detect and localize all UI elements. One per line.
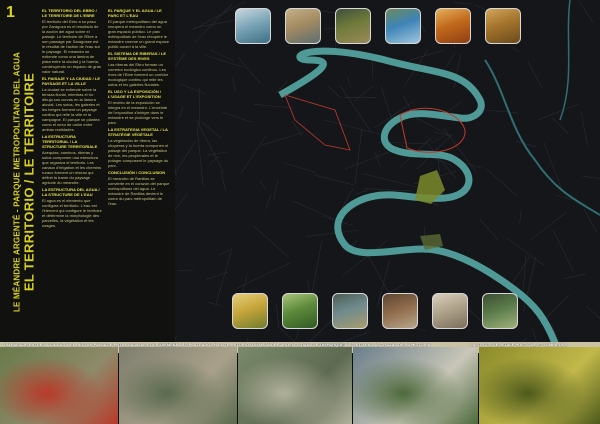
section-heading: LA ESTRUCTURA DEL AGUA / LA STRUCTURE DE… [42, 187, 100, 197]
section-heading: EL PARQUE Y EL AGUA / LE PARC ET L'EAU [108, 8, 162, 18]
rocky-river-photo [432, 293, 468, 329]
poplar-grove-photo [232, 293, 268, 329]
section-body: El meandro de Ranillas se convierte en e… [108, 176, 170, 206]
riverbank-grass-photo [332, 293, 368, 329]
field-rows-photo [482, 293, 518, 329]
section-body: El recinto de la exposición se integra e… [108, 100, 168, 125]
water-plants-photo [385, 8, 421, 44]
vertical-title: LE MÉANDRE ARGENTÉ - PARQUE METROPOLITAN… [13, 40, 37, 325]
meadow-river-photo [335, 8, 371, 44]
section-heading: EL USO Y LA EXPOSICIÓN / L'USAGE ET L'EX… [108, 89, 161, 99]
satellite-red-photo [0, 347, 118, 424]
green-thicket-photo [282, 293, 318, 329]
woodland-photo [485, 8, 521, 44]
section-heading: CONCLUSIÓN / CONCLUSION [108, 170, 166, 175]
aerial-meander-photo [238, 347, 352, 424]
panorama-river-photo [353, 347, 478, 424]
title-line-2: EL TERRITORIO / LE TERRITOIRE [21, 72, 37, 292]
section-heading: EL SISTEMA DE RIBERAS / LE SYSTÈME DES R… [108, 51, 167, 61]
territory-map [175, 0, 600, 343]
section-body: La ciudad se extiende sobre la terraza f… [42, 87, 100, 132]
section-body: Acequias, caminos, riberas y sotos compo… [42, 150, 102, 185]
board-number: 1 [6, 4, 15, 21]
text-column-1: EL TERRITORIO DEL EBRO / LE TERRITOIRE D… [42, 6, 102, 332]
section-body: El agua es el elemento que configura el … [42, 198, 102, 228]
section-body: El territorio del Ebro a su paso por Zar… [42, 19, 102, 74]
bare-trees-photo [382, 293, 418, 329]
section-body: La vegetación de ribera, las choperas y … [108, 138, 169, 168]
river-aerial-photo [235, 8, 271, 44]
section-heading: LA ESTRATEGIA VEGETAL / LA STRATÉGIE VÉG… [108, 127, 168, 137]
section-heading: EL PAISAJE Y LA CIUDAD / LE PAYSAGE ET L… [42, 76, 101, 86]
autumn-forest-photo [435, 8, 471, 44]
presentation-board: 1 LE MÉANDRE ARGENTÉ - PARQUE METROPOLIT… [0, 0, 600, 343]
section-body: El parque metropolitano del agua recuper… [108, 19, 169, 49]
river-bank-photo [285, 8, 321, 44]
title-line-1: LE MÉANDRE ARGENTÉ - PARQUE METROPOLITAN… [12, 51, 22, 313]
section-heading: EL TERRITORIO DEL EBRO / LE TERRITOIRE D… [42, 8, 97, 18]
text-column-2: EL PARQUE Y EL AGUA / LE PARC ET L'EAU El… [108, 6, 170, 332]
section-heading: LA ESTRUCTURA TERRITORIAL / LA STRUCTURE… [42, 134, 98, 149]
satellite-city-photo [119, 347, 237, 424]
section-body: Las riberas del Ebro forman un corredor … [108, 62, 169, 87]
aerial-fields-photo [479, 347, 600, 424]
